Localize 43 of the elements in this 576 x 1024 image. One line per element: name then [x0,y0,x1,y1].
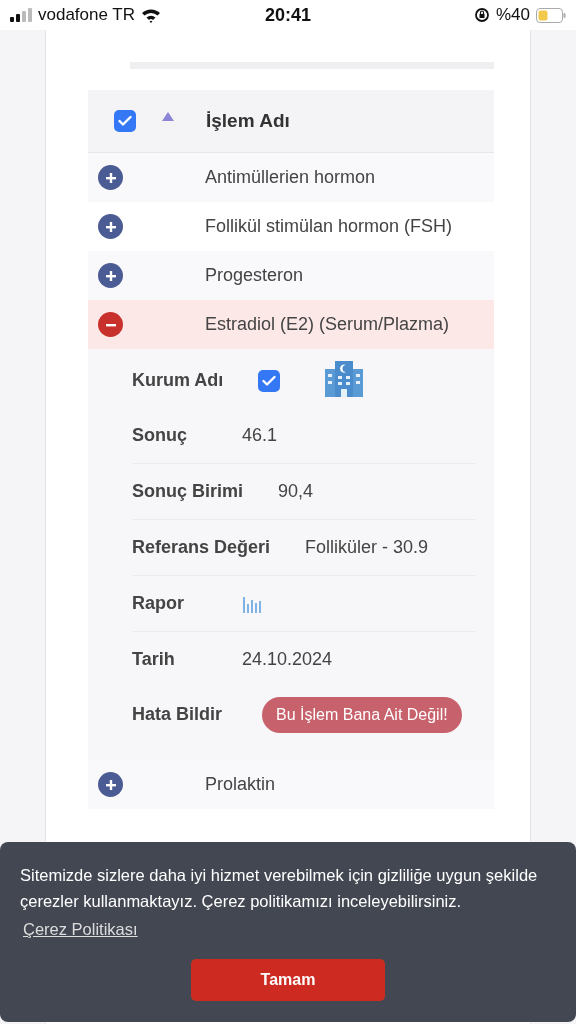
field-label: Referans Değeri [132,537,271,558]
hospital-icon [325,358,364,397]
check-icon [262,374,277,387]
select-all-checkbox[interactable] [114,110,136,132]
expand-icon[interactable] [98,772,123,797]
field-value: 24.10.2024 [242,649,333,670]
wifi-icon [141,7,162,23]
table-row[interactable]: Antimüllerien hormon [88,153,494,202]
expand-icon[interactable] [98,263,123,288]
battery-icon [536,7,566,23]
check-icon [118,115,132,127]
field-value: Folliküler - 30.9 [305,537,429,558]
cookie-message: Sitemizde sizlere daha iyi hizmet verebilmek için gizliliğe uygun şekilde çerezler kullanmaktayız. Çerez politikamızı inceleyebilirsiniz. [20,865,539,912]
field-label: Tarih [132,649,176,670]
sort-up-icon[interactable] [162,111,174,121]
checkbox[interactable] [258,369,281,392]
test-name: Progesteron [205,265,304,286]
carrier-name: vodafone TR [38,5,136,25]
collapse-icon[interactable] [98,312,123,337]
rotation-lock-icon [473,7,490,23]
test-name: Prolaktin [205,774,276,795]
table-row[interactable]: Estradiol (E2) (Serum/Plazma) [88,300,494,349]
clock-time: 20:41 [264,4,311,26]
field-label: Sonuç Birimi [132,481,243,502]
test-name: Estradiol (E2) (Serum/Plazma) [205,314,450,335]
table-row[interactable]: Progesteron [88,251,494,300]
field-value: 46.1 [242,425,278,446]
field-label: Kurum Adı [132,370,224,391]
field-label: Hata Bildir [132,704,223,725]
table-row[interactable]: Prolaktin [88,760,494,809]
field-label: Sonuç [132,425,188,446]
test-name: Antimüllerien hormon [205,167,376,188]
report-error-button[interactable]: Bu İşlem Bana Ait Değil! [262,696,462,733]
expand-icon[interactable] [98,165,123,190]
field-value: 90,4 [278,481,314,502]
test-name: Follikül stimülan hormon (FSH) [205,216,453,237]
cookie-policy-link[interactable]: Çerez Politikası [23,920,138,939]
signal-icon [10,8,32,22]
column-header: İşlem Adı [206,110,290,132]
expand-icon[interactable] [98,214,123,239]
field-label: Rapor [132,593,185,614]
accept-button[interactable]: Tamam [191,959,385,1001]
battery-percent: %40 [495,5,530,25]
